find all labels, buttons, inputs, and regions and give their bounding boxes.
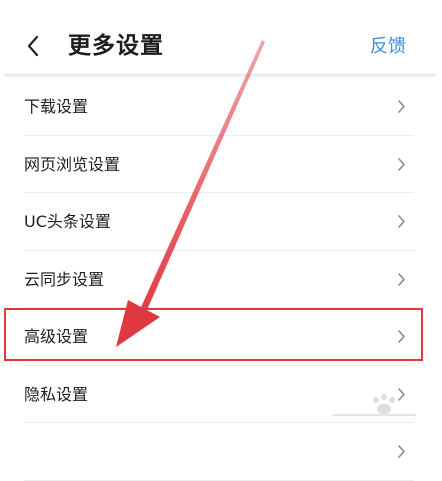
settings-item-label: 隐私设置 [24,384,89,404]
settings-item-label: 下载设置 [24,97,89,116]
chevron-right-icon [398,272,405,286]
feedback-button[interactable]: 反馈 [370,35,406,59]
settings-item-uc-headlines[interactable]: UC头条设置 [0,193,442,251]
page-title: 更多设置 [68,33,164,59]
settings-item-label: UC头条设置 [24,212,111,231]
settings-item-download[interactable]: 下载设置 [0,78,442,136]
settings-item-cutoff[interactable] [0,423,442,481]
chevron-right-icon [398,330,405,343]
settings-item-cloud-sync[interactable]: 云同步设置 [0,251,442,309]
top-bar: 更多设置 反馈 [0,0,442,76]
chevron-right-icon [398,215,405,228]
chevron-right-icon [398,100,405,113]
settings-item-label: 高级设置 [24,327,89,346]
settings-item-web-browsing[interactable]: 网页浏览设置 [0,136,442,194]
settings-item-label: 网页浏览设置 [24,154,121,174]
settings-item-label: 云同步设置 [24,269,105,289]
settings-item-advanced[interactable]: 高级设置 [0,308,442,366]
chevron-left-icon[interactable] [26,34,40,58]
chevron-right-icon [398,157,405,171]
chevron-right-icon [398,445,405,458]
baidu-paw-icon [332,394,416,416]
